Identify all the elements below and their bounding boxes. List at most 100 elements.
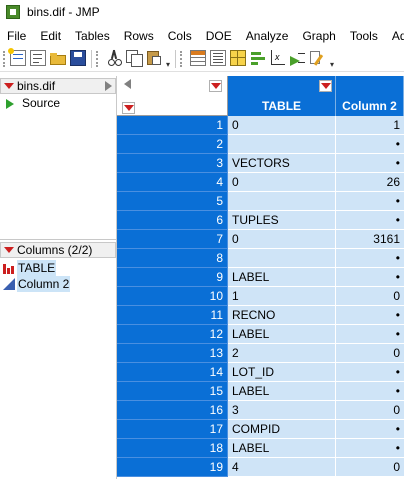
- cell-table[interactable]: TUPLES: [228, 211, 336, 230]
- cell-table[interactable]: 2: [228, 344, 336, 363]
- run-script-icon[interactable]: [6, 99, 14, 109]
- row-number[interactable]: 9: [117, 268, 228, 287]
- cell-table[interactable]: 1: [228, 287, 336, 306]
- toolbar-overflow-icon-2[interactable]: ▾: [330, 60, 334, 69]
- new-data-table-icon[interactable]: [8, 48, 26, 66]
- cell-table[interactable]: 0: [228, 230, 336, 249]
- table-row[interactable]: 9 LABEL •: [117, 268, 404, 287]
- cell-table[interactable]: LABEL: [228, 382, 336, 401]
- table-row[interactable]: 19 4 0: [117, 458, 404, 477]
- table-row[interactable]: 4 0 26: [117, 173, 404, 192]
- open-icon[interactable]: [50, 50, 66, 66]
- cell-table[interactable]: [228, 135, 336, 154]
- cell-column-2[interactable]: 26: [336, 173, 404, 192]
- table-row[interactable]: 6 TUPLES •: [117, 211, 404, 230]
- row-number[interactable]: 4: [117, 173, 228, 192]
- cell-column-2[interactable]: •: [336, 306, 404, 325]
- cell-table[interactable]: LABEL: [228, 268, 336, 287]
- cell-column-2[interactable]: •: [336, 325, 404, 344]
- menu-analyze[interactable]: Analyze: [239, 26, 296, 46]
- table-row[interactable]: 16 3 0: [117, 401, 404, 420]
- columns-menu-red-triangle-icon[interactable]: [209, 80, 222, 92]
- menu-edit[interactable]: Edit: [33, 26, 68, 46]
- row-number[interactable]: 19: [117, 458, 228, 477]
- cell-column-2[interactable]: •: [336, 363, 404, 382]
- row-number[interactable]: 16: [117, 401, 228, 420]
- menu-doe[interactable]: DOE: [199, 26, 239, 46]
- table-row[interactable]: 14 LOT_ID •: [117, 363, 404, 382]
- row-number[interactable]: 6: [117, 211, 228, 230]
- row-number[interactable]: 18: [117, 439, 228, 458]
- table-row[interactable]: 12 LABEL •: [117, 325, 404, 344]
- row-number[interactable]: 7: [117, 230, 228, 249]
- table-row[interactable]: 2 •: [117, 135, 404, 154]
- cell-column-2[interactable]: •: [336, 211, 404, 230]
- cell-table[interactable]: 3: [228, 401, 336, 420]
- row-number[interactable]: 5: [117, 192, 228, 211]
- row-number[interactable]: 2: [117, 135, 228, 154]
- column-header-column-2[interactable]: Column 2: [336, 76, 404, 116]
- table-row[interactable]: 7 0 3161: [117, 230, 404, 249]
- cell-column-2[interactable]: •: [336, 249, 404, 268]
- cell-table[interactable]: [228, 249, 336, 268]
- journal-icon[interactable]: [210, 50, 226, 66]
- source-script[interactable]: Source: [22, 96, 60, 110]
- row-number[interactable]: 12: [117, 325, 228, 344]
- toolbar-overflow-icon[interactable]: ▾: [166, 60, 170, 69]
- cell-column-2[interactable]: •: [336, 420, 404, 439]
- table-row[interactable]: 13 2 0: [117, 344, 404, 363]
- data-table-icon[interactable]: [190, 50, 206, 66]
- toolbar-grip[interactable]: [3, 51, 5, 67]
- cell-column-2[interactable]: 0: [336, 287, 404, 306]
- cell-table[interactable]: VECTORS: [228, 154, 336, 173]
- cut-icon[interactable]: [106, 49, 122, 66]
- cell-column-2[interactable]: 0: [336, 458, 404, 477]
- table-row[interactable]: 17 COMPID •: [117, 420, 404, 439]
- table-row[interactable]: 10 1 0: [117, 287, 404, 306]
- paste-icon[interactable]: [146, 50, 162, 66]
- row-number[interactable]: 11: [117, 306, 228, 325]
- column-header-table[interactable]: TABLE: [228, 76, 336, 116]
- table-row[interactable]: 11 RECNO •: [117, 306, 404, 325]
- cell-column-2[interactable]: 1: [336, 116, 404, 135]
- menu-add-ins[interactable]: Add-: [385, 26, 404, 46]
- toolbar-grip-3[interactable]: [180, 51, 182, 67]
- cell-table[interactable]: LABEL: [228, 325, 336, 344]
- collapse-triangle-icon[interactable]: [105, 81, 112, 91]
- distribution-icon[interactable]: [250, 50, 266, 66]
- cell-column-2[interactable]: 0: [336, 401, 404, 420]
- row-number[interactable]: 14: [117, 363, 228, 382]
- table-row[interactable]: 101: [117, 116, 404, 135]
- cell-column-2[interactable]: •: [336, 382, 404, 401]
- left-arrow-icon[interactable]: [124, 79, 131, 89]
- annotate-icon[interactable]: [310, 50, 326, 66]
- cell-table[interactable]: 4: [228, 458, 336, 477]
- cell-table[interactable]: COMPID: [228, 420, 336, 439]
- new-script-icon[interactable]: [30, 50, 46, 66]
- column-red-triangle-icon[interactable]: [319, 80, 332, 92]
- cell-column-2[interactable]: •: [336, 154, 404, 173]
- grid-icon[interactable]: [230, 50, 246, 66]
- cell-column-2[interactable]: 3161: [336, 230, 404, 249]
- cell-column-2[interactable]: •: [336, 135, 404, 154]
- rows-menu-red-triangle-icon[interactable]: [122, 102, 135, 114]
- row-number[interactable]: 3: [117, 154, 228, 173]
- toolbar-grip-2[interactable]: [96, 51, 98, 67]
- row-number[interactable]: 10: [117, 287, 228, 306]
- cell-column-2[interactable]: •: [336, 439, 404, 458]
- table-row[interactable]: 5 •: [117, 192, 404, 211]
- menu-tables[interactable]: Tables: [68, 26, 117, 46]
- cell-table[interactable]: [228, 192, 336, 211]
- cell-table[interactable]: RECNO: [228, 306, 336, 325]
- cell-table[interactable]: LOT_ID: [228, 363, 336, 382]
- menu-cols[interactable]: Cols: [161, 26, 199, 46]
- columns-red-triangle-icon[interactable]: [4, 247, 14, 253]
- row-number[interactable]: 13: [117, 344, 228, 363]
- table-row[interactable]: 3 VECTORS •: [117, 154, 404, 173]
- row-number[interactable]: 15: [117, 382, 228, 401]
- cell-table[interactable]: 0: [228, 173, 336, 192]
- menu-graph[interactable]: Graph: [295, 26, 342, 46]
- row-number[interactable]: 8: [117, 249, 228, 268]
- cell-table[interactable]: 0: [228, 116, 336, 135]
- table-row[interactable]: 8 •: [117, 249, 404, 268]
